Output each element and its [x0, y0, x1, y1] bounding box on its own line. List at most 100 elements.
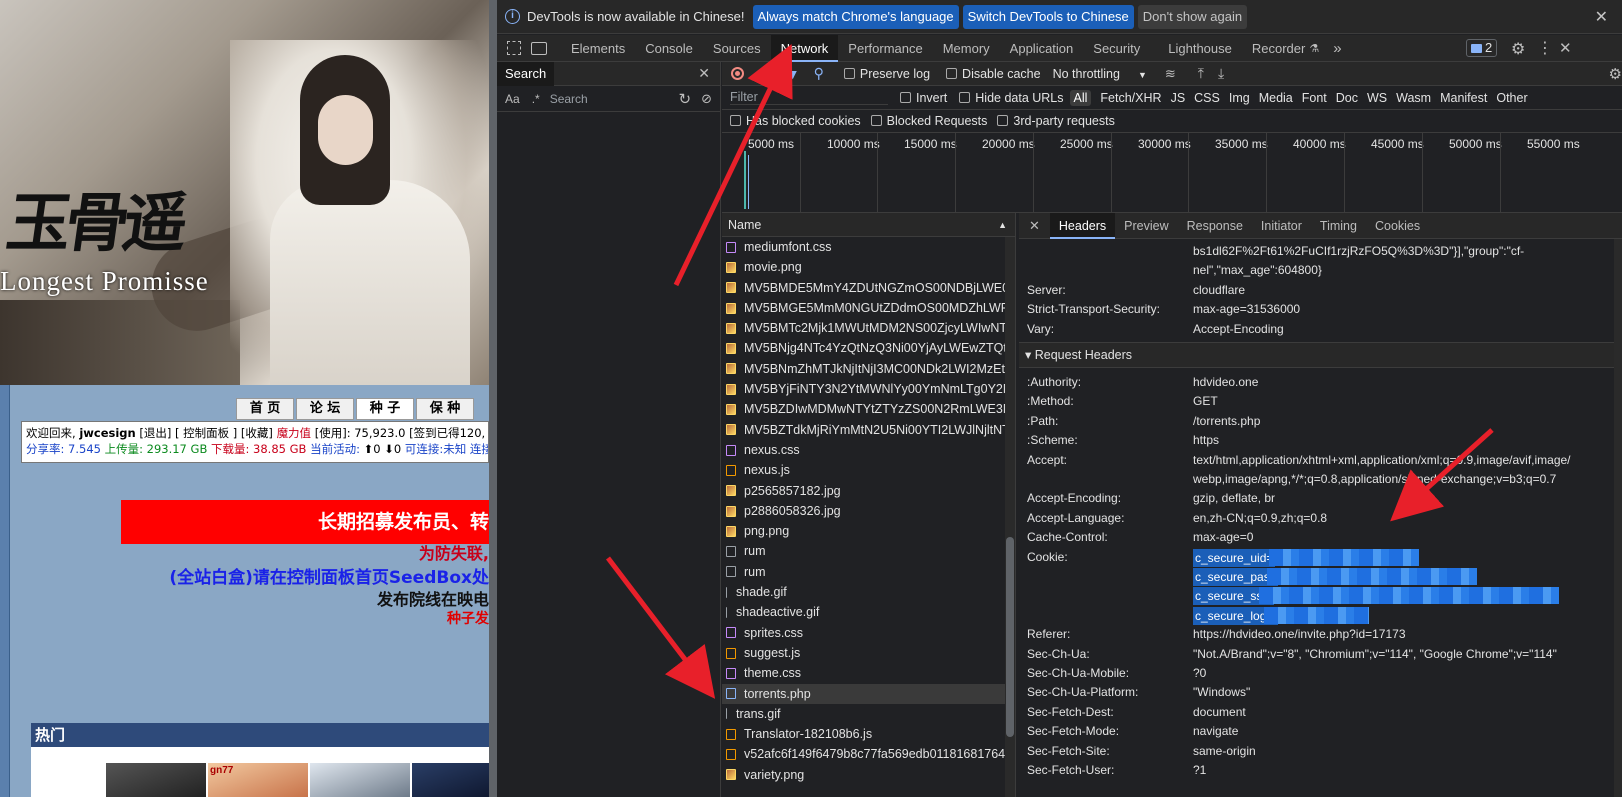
match-case-button[interactable]: Aa	[505, 92, 520, 106]
request-headers-section-header[interactable]: ▾ Request Headers	[1019, 342, 1622, 368]
close-devtools-icon[interactable]: ✕	[1559, 39, 1572, 57]
request-row[interactable]: mediumfont.css	[722, 237, 1015, 257]
blocked-requests[interactable]: Blocked Requests	[870, 114, 987, 128]
request-row[interactable]: MV5BNmZhMTJkNjItNjI3MC00NDk2LWI2MzEtY...	[722, 359, 1015, 379]
disable-cache-checkbox[interactable]	[946, 67, 958, 79]
request-row[interactable]: suggest.js	[722, 643, 1015, 663]
request-row[interactable]: Translator-182108b6.js	[722, 724, 1015, 744]
refresh-icon[interactable]: ↻	[679, 90, 692, 108]
inspect-element-icon[interactable]	[507, 41, 521, 55]
type-filter-doc[interactable]: Doc	[1336, 91, 1358, 105]
issues-badge[interactable]: 2	[1466, 39, 1498, 57]
hide-data-urls-checkbox[interactable]	[959, 91, 971, 103]
search-input[interactable]: Search	[550, 92, 679, 106]
type-filter-other[interactable]: Other	[1496, 91, 1527, 105]
invert-checkbox[interactable]	[900, 91, 911, 103]
details-tab-timing[interactable]: Timing	[1311, 213, 1366, 239]
preserve-log[interactable]: Preserve log	[843, 67, 930, 81]
tab-performance[interactable]: Performance	[838, 35, 932, 62]
request-row[interactable]: torrents.php	[722, 683, 1015, 704]
invert[interactable]: Invert	[900, 91, 947, 105]
preserve-log-checkbox[interactable]	[843, 67, 855, 79]
third-party-requests[interactable]: 3rd-party requests	[997, 114, 1115, 128]
type-filter-font[interactable]: Font	[1302, 91, 1327, 105]
regex-button[interactable]: .*	[532, 92, 540, 106]
has-blocked-cookies[interactable]: Has blocked cookies	[730, 114, 861, 128]
switch-chinese-button[interactable]: Switch DevTools to Chinese	[962, 4, 1134, 29]
hot-poster-3[interactable]	[310, 763, 410, 797]
name-column-header[interactable]: Name ▲	[722, 213, 1015, 237]
tab-memory[interactable]: Memory	[933, 35, 1000, 62]
request-row[interactable]: theme.css	[722, 663, 1015, 683]
request-row[interactable]: MV5BZDIwMDMwNTYtZTYzZS00N2RmLWE3Mj...	[722, 399, 1015, 419]
throttling-select[interactable]: No throttling ▼	[1053, 67, 1147, 81]
request-row[interactable]: rum	[722, 562, 1015, 582]
tab-application[interactable]: Application	[1000, 35, 1084, 62]
filter-input[interactable]: Filter	[730, 90, 888, 105]
request-row[interactable]: shade.gif	[722, 582, 1015, 602]
bonus-label[interactable]: 魔力值	[277, 426, 312, 440]
request-row[interactable]: variety.png	[722, 765, 1015, 785]
type-filter-media[interactable]: Media	[1259, 91, 1293, 105]
request-row[interactable]: MV5BNjg4NTc4YzQtNzQ3Ni00YjAyLWEwZTQtM...	[722, 338, 1015, 358]
dont-show-again-button[interactable]: Don't show again	[1137, 4, 1248, 29]
request-row[interactable]: v52afc6f149f6479b8c77fa569edb01181681764…	[722, 744, 1015, 764]
tab-lighthouse[interactable]: Lighthouse	[1158, 35, 1242, 62]
tab-recorder[interactable]: Recorder	[1242, 35, 1315, 62]
search-drawer-title[interactable]: Search	[497, 61, 555, 86]
request-row[interactable]: sprites.css	[722, 623, 1015, 643]
search-icon[interactable]: ⚲	[814, 65, 824, 82]
match-language-button[interactable]: Always match Chrome's language	[752, 4, 959, 29]
request-row[interactable]: nexus.css	[722, 440, 1015, 460]
request-row[interactable]: movie.png	[722, 257, 1015, 277]
type-filter-ws[interactable]: WS	[1367, 91, 1387, 105]
third-party-checkbox[interactable]	[997, 115, 1009, 126]
export-har-icon[interactable]: ⤓	[1218, 65, 1224, 82]
request-row[interactable]: p2886058326.jpg	[722, 501, 1015, 521]
hot-poster-4[interactable]	[412, 763, 489, 797]
details-tab-headers[interactable]: Headers	[1049, 212, 1116, 239]
hide-data-urls[interactable]: Hide data URLs	[959, 91, 1064, 105]
tab-elements[interactable]: Elements	[561, 35, 635, 62]
nav-torrents[interactable]: 种 子	[356, 398, 414, 420]
details-tab-response[interactable]: Response	[1178, 213, 1252, 239]
tab-console[interactable]: Console	[635, 35, 703, 62]
record-icon[interactable]	[731, 67, 744, 80]
has-blocked-cookies-checkbox[interactable]	[730, 115, 741, 126]
network-conditions-icon[interactable]: ≋	[1165, 66, 1176, 82]
hot-poster-2[interactable]: gn77	[208, 763, 308, 797]
request-row[interactable]: trans.gif	[722, 704, 1015, 724]
request-row[interactable]: rum	[722, 541, 1015, 561]
type-filter-all[interactable]: All	[1069, 89, 1092, 106]
type-filter-manifest[interactable]: Manifest	[1440, 91, 1487, 105]
nav-seeding[interactable]: 保 种	[416, 398, 474, 420]
clear-icon[interactable]: ⊘	[758, 65, 770, 82]
details-scrollbar[interactable]	[1614, 239, 1622, 797]
details-tab-initiator[interactable]: Initiator	[1252, 213, 1311, 239]
request-row[interactable]: MV5BMGE5MmM0NGUtZDdmOS00MDZhLWFl...	[722, 298, 1015, 318]
clear-search-icon[interactable]: ⊘	[701, 91, 712, 107]
hot-poster-1[interactable]	[106, 763, 206, 797]
tab-network[interactable]: Network	[770, 34, 839, 62]
settings-gear-icon[interactable]: ⚙	[1511, 39, 1525, 59]
request-row[interactable]: png.png	[722, 521, 1015, 541]
request-row[interactable]: p2565857182.jpg	[722, 481, 1015, 501]
close-details-icon[interactable]: ✕	[1019, 218, 1050, 234]
user-actions[interactable]: [退出] [ 控制面板 ] [收藏]	[139, 426, 273, 440]
filter-icon[interactable]: ▼	[786, 66, 800, 82]
request-row[interactable]: nexus.js	[722, 460, 1015, 480]
tab-security[interactable]: Security	[1083, 35, 1150, 62]
request-list-scrollbar[interactable]	[1005, 237, 1015, 797]
network-overview-timeline[interactable]: 5000 ms 10000 ms 15000 ms 20000 ms 25000…	[722, 133, 1622, 213]
close-search-icon[interactable]: ✕	[698, 65, 710, 82]
import-har-icon[interactable]: ⤒	[1198, 65, 1204, 82]
type-filter-img[interactable]: Img	[1229, 91, 1250, 105]
type-filter-css[interactable]: CSS	[1194, 91, 1220, 105]
request-row[interactable]: shadeactive.gif	[722, 602, 1015, 622]
details-tab-preview[interactable]: Preview	[1115, 213, 1177, 239]
device-toolbar-icon[interactable]	[531, 41, 547, 55]
more-tabs-icon[interactable]: »	[1333, 40, 1341, 57]
disable-cache[interactable]: Disable cache	[946, 67, 1041, 81]
more-options-icon[interactable]: ⋮	[1537, 38, 1553, 58]
blocked-requests-checkbox[interactable]	[870, 115, 882, 126]
